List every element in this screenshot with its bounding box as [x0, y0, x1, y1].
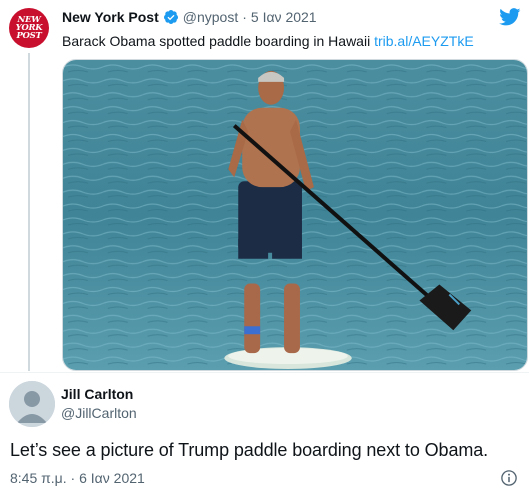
tweet-date[interactable]: 5 Ιαν 2021	[251, 9, 317, 25]
tweet-photo[interactable]	[62, 59, 528, 371]
reply-author-name[interactable]: Jill Carlton	[61, 386, 133, 402]
author-handle[interactable]: @nypost	[183, 9, 238, 25]
verified-badge-icon	[163, 10, 178, 24]
nypost-avatar[interactable]: NEW YORK POST	[9, 8, 49, 48]
tweet-link[interactable]: trib.al/AEYZTkE	[374, 33, 474, 49]
twitter-bird-icon[interactable]	[499, 8, 521, 26]
reply-author: Jill Carlton @JillCarlton	[0, 376, 529, 436]
reply-text: Let’s see a picture of Trump paddle boar…	[10, 440, 489, 460]
default-avatar[interactable]	[9, 381, 55, 427]
reply-date: 6 Ιαν 2021	[79, 470, 145, 486]
tweet-text: Barack Obama spotted paddle boarding in …	[62, 33, 474, 49]
paddle-boarding-photo	[63, 60, 527, 370]
info-icon[interactable]	[500, 469, 518, 487]
reply-author-handle[interactable]: @JillCarlton	[61, 405, 137, 421]
reply-separator: ·	[70, 470, 76, 486]
parent-tweet: NEW YORK POST New York Post @nypost · 5 …	[0, 0, 529, 376]
thread-line	[28, 53, 30, 371]
reply-timestamp[interactable]: 8:45 π.μ. · 6 Ιαν 2021	[10, 470, 145, 486]
tweet-header: New York Post @nypost · 5 Ιαν 2021	[62, 9, 317, 25]
reply-time: 8:45 π.μ.	[10, 470, 67, 486]
default-profile-icon	[9, 381, 55, 427]
avatar-text-line-3: POST	[16, 31, 42, 41]
divider	[0, 372, 529, 373]
tweet-body: Barack Obama spotted paddle boarding in …	[62, 33, 371, 49]
author-name[interactable]: New York Post	[62, 9, 159, 25]
separator-dot: ·	[242, 9, 247, 25]
